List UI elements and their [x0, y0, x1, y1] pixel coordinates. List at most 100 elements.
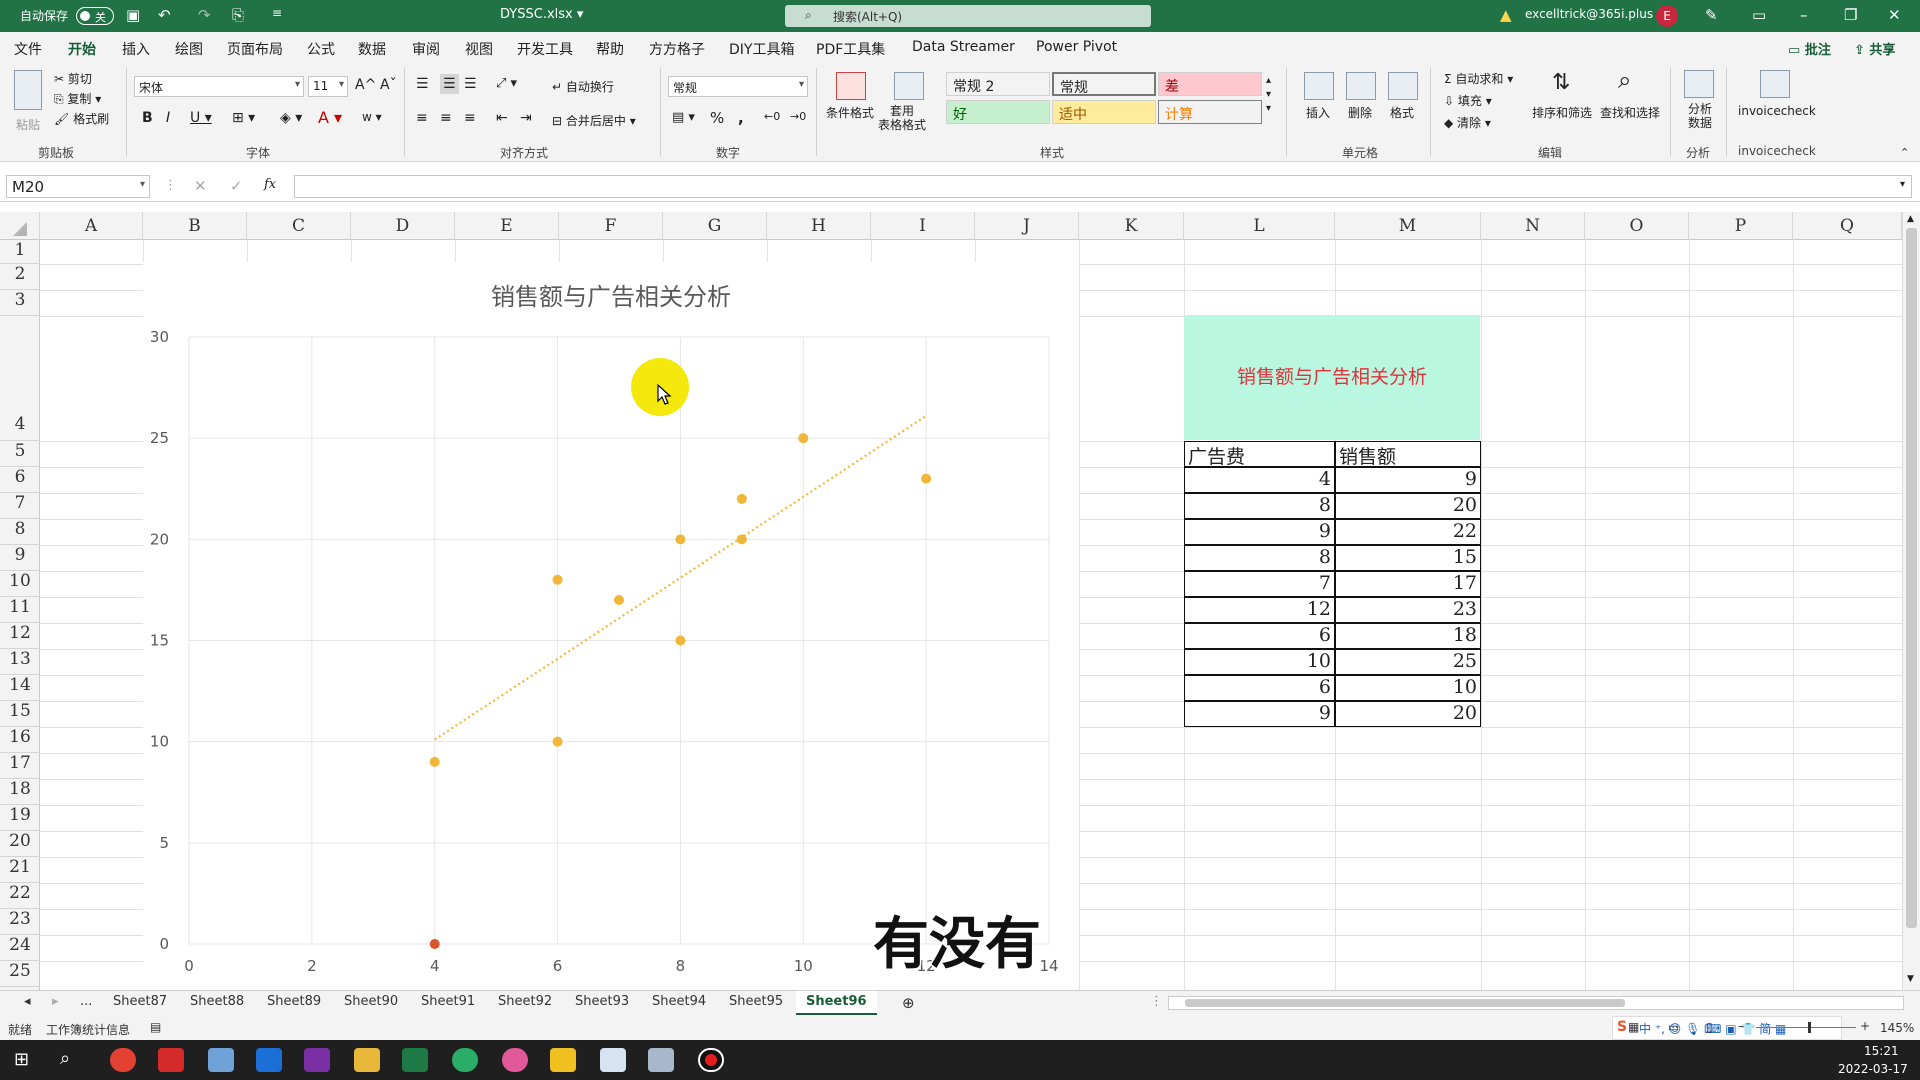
font-color-button[interactable]: A ▾: [318, 108, 342, 127]
decrease-decimal-button[interactable]: →0: [790, 110, 806, 123]
tab-home[interactable]: 开始: [68, 39, 96, 66]
cut-button[interactable]: ✂ 剪切: [54, 70, 92, 87]
fill-color-button[interactable]: ◈ ▾: [280, 110, 302, 126]
column-header[interactable]: F: [559, 212, 663, 240]
table-format-icon[interactable]: [894, 72, 924, 100]
column-header[interactable]: C: [247, 212, 351, 240]
formula-input[interactable]: [294, 175, 1912, 198]
insert-cells-button[interactable]: 插入: [1306, 104, 1330, 121]
invoicecheck-icon[interactable]: [1760, 70, 1790, 98]
merge-center-button[interactable]: ⊟ 合并后居中 ▾: [552, 112, 636, 129]
conditional-format-icon[interactable]: [836, 72, 866, 100]
zoom-out-button[interactable]: –: [1738, 1019, 1744, 1033]
style-normal[interactable]: 常规: [1052, 72, 1156, 96]
accessibility-icon[interactable]: ▤: [150, 1020, 161, 1034]
row-header[interactable]: 15: [0, 701, 40, 727]
shrink-font-button[interactable]: Aˇ: [380, 77, 397, 93]
conditional-format-button[interactable]: 条件格式: [826, 104, 874, 121]
record-icon[interactable]: [698, 1048, 724, 1072]
align-bottom-button[interactable]: ☰: [464, 76, 477, 92]
column-header[interactable]: B: [143, 212, 247, 240]
orientation-button[interactable]: ⤢ ▾: [496, 76, 517, 91]
style-calculation[interactable]: 计算: [1158, 100, 1262, 124]
column-header[interactable]: H: [767, 212, 871, 240]
column-header[interactable]: P: [1689, 212, 1793, 240]
sheet-tab[interactable]: Sheet89: [267, 994, 321, 1009]
sort-filter-button[interactable]: 排序和筛选: [1532, 104, 1592, 121]
align-right-button[interactable]: ≡: [464, 110, 476, 126]
table-cell[interactable]: 15: [1335, 545, 1481, 571]
wechat-icon[interactable]: [452, 1048, 478, 1072]
tab-power-pivot[interactable]: Power Pivot: [1036, 39, 1117, 55]
font-name-select[interactable]: 宋体: [134, 76, 304, 97]
expand-formula-icon[interactable]: ▾: [1900, 179, 1905, 190]
row-header[interactable]: 2: [0, 264, 40, 290]
number-format-select[interactable]: 常规: [668, 76, 808, 97]
tab-page-layout[interactable]: 页面布局: [227, 39, 283, 59]
row-header[interactable]: 17: [0, 753, 40, 779]
wps-icon[interactable]: [158, 1048, 184, 1072]
insert-function-button[interactable]: fx: [264, 177, 276, 192]
collapse-ribbon-icon[interactable]: ⌃: [1900, 146, 1909, 159]
row-header[interactable]: 21: [0, 857, 40, 883]
browser-icon[interactable]: [502, 1048, 528, 1072]
sort-filter-icon[interactable]: ⇅: [1552, 70, 1570, 95]
format-cells-button[interactable]: 格式: [1390, 104, 1414, 121]
format-painter-qat-icon[interactable]: ⎘: [232, 6, 244, 24]
formula-bar-menu-icon[interactable]: ⋮: [164, 178, 177, 193]
row-header[interactable]: 8: [0, 519, 40, 545]
autosum-button[interactable]: Σ 自动求和 ▾: [1444, 70, 1513, 87]
enter-icon[interactable]: ✓: [230, 177, 243, 195]
row-header[interactable]: 20: [0, 831, 40, 857]
column-header[interactable]: A: [40, 212, 143, 240]
sheet-tab[interactable]: Sheet93: [575, 994, 629, 1009]
autosave-toggle[interactable]: 关: [76, 7, 114, 25]
tab-draw[interactable]: 绘图: [175, 39, 203, 59]
underline-button[interactable]: U ▾: [190, 110, 212, 126]
windows-start-icon[interactable]: ⊞: [14, 1049, 29, 1070]
excel-taskbar-icon[interactable]: [402, 1048, 428, 1072]
analyze-data-button[interactable]: 分析 数据: [1688, 102, 1712, 130]
align-center-button[interactable]: ≡: [440, 110, 452, 126]
sheet-tab[interactable]: Sheet88: [190, 994, 244, 1009]
onenote-icon[interactable]: [304, 1048, 330, 1072]
customize-qat-icon[interactable]: ≡: [272, 6, 282, 20]
column-header[interactable]: M: [1335, 212, 1481, 240]
taskbar-date[interactable]: 2022-03-17: [1838, 1062, 1908, 1076]
table-header-cell[interactable]: 销售额: [1335, 441, 1481, 468]
scroll-up-icon[interactable]: ▲: [1907, 214, 1914, 224]
taskbar-time[interactable]: 15:21: [1864, 1044, 1899, 1058]
tab-formulas[interactable]: 公式: [307, 39, 335, 59]
share-button[interactable]: ⇪ 共享: [1854, 39, 1895, 58]
prev-sheet-icon[interactable]: ◂: [24, 994, 31, 1009]
tab-developer[interactable]: 开发工具: [517, 39, 573, 59]
next-sheet-icon[interactable]: ▸: [52, 994, 59, 1009]
vertical-scrollbar[interactable]: ▲ ▼: [1902, 212, 1920, 990]
table-cell[interactable]: 9: [1184, 519, 1335, 545]
normal-view-icon[interactable]: ▦: [1628, 1020, 1639, 1034]
row-header[interactable]: 5: [0, 441, 40, 467]
taskbar-search-icon[interactable]: ⌕: [60, 1048, 70, 1069]
font-size-select[interactable]: 11: [308, 76, 348, 97]
column-header[interactable]: G: [663, 212, 767, 240]
page-layout-view-icon[interactable]: ▭: [1668, 1020, 1679, 1034]
row-header[interactable]: 11: [0, 597, 40, 623]
column-header[interactable]: L: [1184, 212, 1335, 240]
table-cell[interactable]: 8: [1184, 545, 1335, 571]
decrease-indent-button[interactable]: ⇤: [496, 110, 508, 126]
table-cell[interactable]: 20: [1335, 493, 1481, 519]
row-header[interactable]: 9: [0, 545, 40, 571]
table-cell[interactable]: 4: [1184, 467, 1335, 493]
column-header[interactable]: N: [1481, 212, 1585, 240]
column-header[interactable]: D: [351, 212, 455, 240]
table-cell[interactable]: 6: [1184, 623, 1335, 649]
account-email[interactable]: excelltrick@365i.plus: [1525, 7, 1653, 21]
find-select-button[interactable]: 查找和选择: [1600, 104, 1660, 121]
tab-file[interactable]: 文件: [14, 39, 42, 59]
copy-button[interactable]: ⎘ 复制 ▾: [54, 90, 101, 107]
sheet-tab-active[interactable]: Sheet96: [796, 991, 877, 1015]
italic-button[interactable]: I: [166, 110, 170, 126]
sheet-tab[interactable]: Sheet92: [498, 994, 552, 1009]
row-header[interactable]: 16: [0, 727, 40, 753]
row-header[interactable]: 4: [0, 316, 40, 441]
